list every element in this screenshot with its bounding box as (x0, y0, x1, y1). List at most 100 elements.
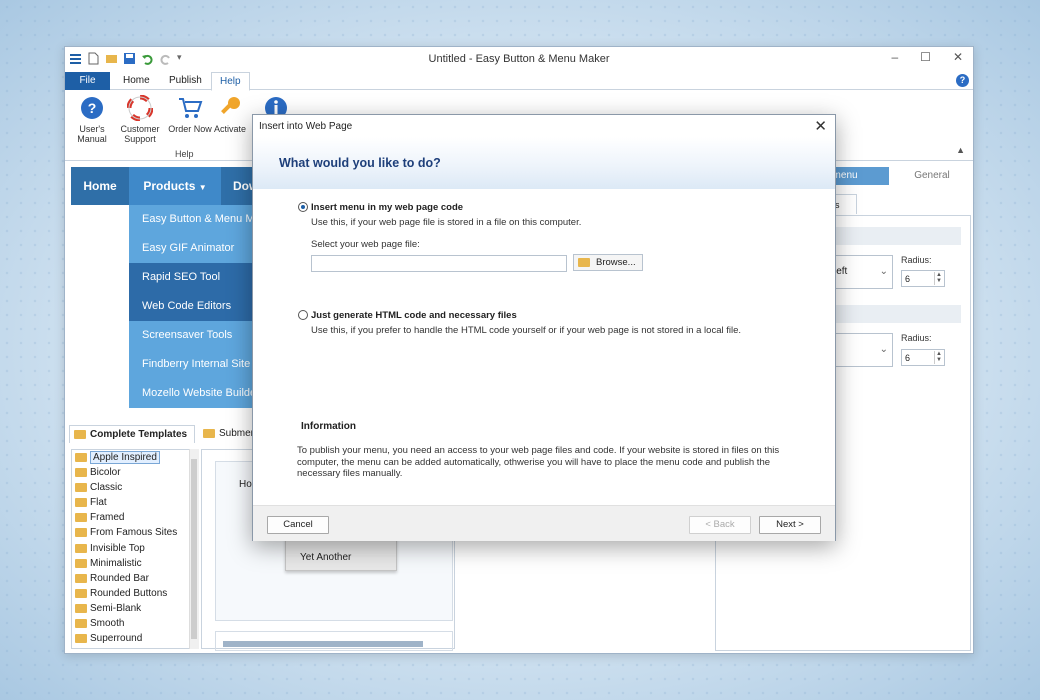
help-question-icon[interactable]: ? (956, 74, 969, 87)
template-preview-strip (223, 641, 423, 647)
tab-file[interactable]: File (65, 72, 110, 90)
list-item-label: Apple Inspired (90, 451, 160, 464)
template-preview-yet-another: Yet Another (285, 537, 397, 571)
dialog-title: Insert into Web Page (259, 121, 353, 132)
list-item[interactable]: Invisible Top (72, 541, 190, 556)
tab-publish[interactable]: Publish (161, 72, 210, 90)
option-insert-title[interactable]: Insert menu in my web page code (311, 202, 463, 213)
activate-button[interactable]: Activate (205, 95, 255, 134)
option-generate-title[interactable]: Just generate HTML code and necessary fi… (311, 310, 517, 321)
window-controls: – ☐ ✕ (891, 50, 963, 64)
list-item[interactable]: Classic (72, 480, 190, 495)
tab-complete-templates-label: Complete Templates (90, 429, 188, 440)
list-item-label: Invisible Top (90, 542, 145, 554)
users-manual-button[interactable]: ? User's Manual (67, 95, 117, 144)
folder-icon (578, 258, 590, 267)
folder-icon (75, 634, 87, 644)
option-insert-radio[interactable] (298, 202, 308, 212)
dialog-close-icon[interactable]: ✕ (814, 117, 827, 135)
properties-section-header (825, 305, 961, 323)
users-manual-label: User's Manual (77, 124, 107, 144)
submenu-item[interactable]: Easy GIF Animator (129, 234, 254, 263)
minimize-button[interactable]: – (891, 50, 898, 64)
submenu-item[interactable]: Mozello Website Builder (129, 379, 254, 408)
submenu-item[interactable]: Rapid SEO Tool (129, 263, 254, 292)
template-list-scroll-thumb[interactable] (191, 459, 197, 639)
tab-submenu-templates[interactable]: Submen (199, 425, 257, 443)
tab-complete-templates[interactable]: Complete Templates (69, 425, 195, 443)
preview-menu-products[interactable]: Products ▼ (129, 167, 221, 205)
browse-button[interactable]: Browse... (573, 254, 643, 271)
list-item[interactable]: Rounded Bar (72, 571, 190, 586)
customer-support-button[interactable]: Customer Support (115, 94, 165, 144)
folder-icon (75, 588, 87, 598)
template-list: Apple Inspired Bicolor Classic Flat Fram… (71, 449, 191, 649)
folder-icon (75, 513, 87, 523)
list-item-label: Smooth (90, 618, 125, 630)
spin-arrows-icon[interactable]: ▲ ▼ (934, 272, 943, 285)
list-item[interactable]: Rounded Buttons (72, 586, 190, 601)
information-text: To publish your menu, you need an access… (297, 445, 780, 479)
list-item[interactable]: From Famous Sites (72, 525, 190, 540)
list-item-label: From Famous Sites (90, 527, 178, 539)
list-item-label: Rounded Buttons (90, 587, 168, 599)
option-insert-desc: Use this, if your web page file is store… (311, 217, 582, 228)
insert-web-page-dialog: Insert into Web Page ✕ What would you li… (252, 114, 836, 541)
close-button[interactable]: ✕ (953, 50, 963, 64)
window-title: Untitled - Easy Button & Menu Maker (428, 53, 610, 65)
list-item[interactable]: Flat (72, 495, 190, 510)
submenu-item[interactable]: Easy Button & Menu Ma (129, 205, 254, 234)
preview-submenu: Easy Button & Menu Ma Easy GIF Animator … (129, 205, 254, 408)
web-page-file-input[interactable] (311, 255, 567, 272)
preview-menu-home[interactable]: Home (71, 167, 129, 205)
tab-help[interactable]: Help (211, 72, 250, 91)
radius-stepper[interactable]: 6 ▲ ▼ (901, 349, 945, 366)
list-item[interactable]: Framed (72, 510, 190, 525)
folder-icon (74, 430, 86, 439)
preview-menubar: Home Products ▼ Dow (71, 167, 261, 205)
back-button[interactable]: < Back (689, 516, 751, 534)
ribbon-group-help-label: Help (175, 149, 194, 159)
browse-button-label: Browse... (596, 257, 636, 268)
information-heading: Information (301, 421, 356, 432)
cancel-button[interactable]: Cancel (267, 516, 329, 534)
folder-icon (203, 429, 215, 438)
tab-home[interactable]: Home (115, 72, 158, 90)
option-generate-radio[interactable] (298, 310, 308, 320)
next-button[interactable]: Next > (759, 516, 821, 534)
tab-submenu-templates-label: Submen (219, 428, 257, 439)
list-item[interactable]: Bicolor (72, 465, 190, 480)
key-icon (217, 95, 243, 121)
properties-section-header (825, 227, 961, 245)
submenu-item[interactable]: Findberry Internal Site S (129, 350, 254, 379)
alignment-select-value: left (834, 266, 848, 277)
chevron-down-icon: ▼ (198, 183, 207, 192)
folder-icon (75, 573, 87, 583)
list-item[interactable]: Smooth (72, 616, 190, 631)
folder-icon (75, 453, 87, 462)
submenu-item[interactable]: Screensaver Tools (129, 321, 254, 350)
radius-stepper[interactable]: 6 ▲ ▼ (901, 270, 945, 287)
list-item-label: Framed (90, 512, 125, 524)
submenu-item[interactable]: Web Code Editors (129, 292, 254, 321)
dialog-footer: Cancel < Back Next > (253, 505, 835, 541)
list-item-label: Superround (90, 633, 143, 645)
ribbon-tabs: File Home Publish Help (65, 72, 973, 91)
help-circle-icon: ? (79, 95, 105, 121)
list-item-label: Minimalistic (90, 557, 142, 569)
collapse-ribbon-icon[interactable]: ▲ (956, 145, 965, 155)
folder-icon (75, 483, 87, 493)
chevron-down-icon: ⌄ (879, 266, 888, 277)
list-item[interactable]: Superround (72, 631, 190, 646)
list-item[interactable]: Minimalistic (72, 556, 190, 571)
radius-label: Radius: (901, 255, 932, 265)
maximize-button[interactable]: ☐ (920, 50, 931, 64)
list-item[interactable]: Apple Inspired (72, 450, 190, 465)
list-item[interactable]: Semi-Blank (72, 601, 190, 616)
file-field-label: Select your web page file: (311, 239, 420, 250)
customer-support-label: Customer Support (120, 124, 160, 144)
spin-arrows-icon[interactable]: ▲ ▼ (934, 351, 943, 364)
lifebuoy-icon (126, 94, 154, 122)
folder-icon (75, 603, 87, 613)
tab-general[interactable]: General (897, 167, 967, 185)
